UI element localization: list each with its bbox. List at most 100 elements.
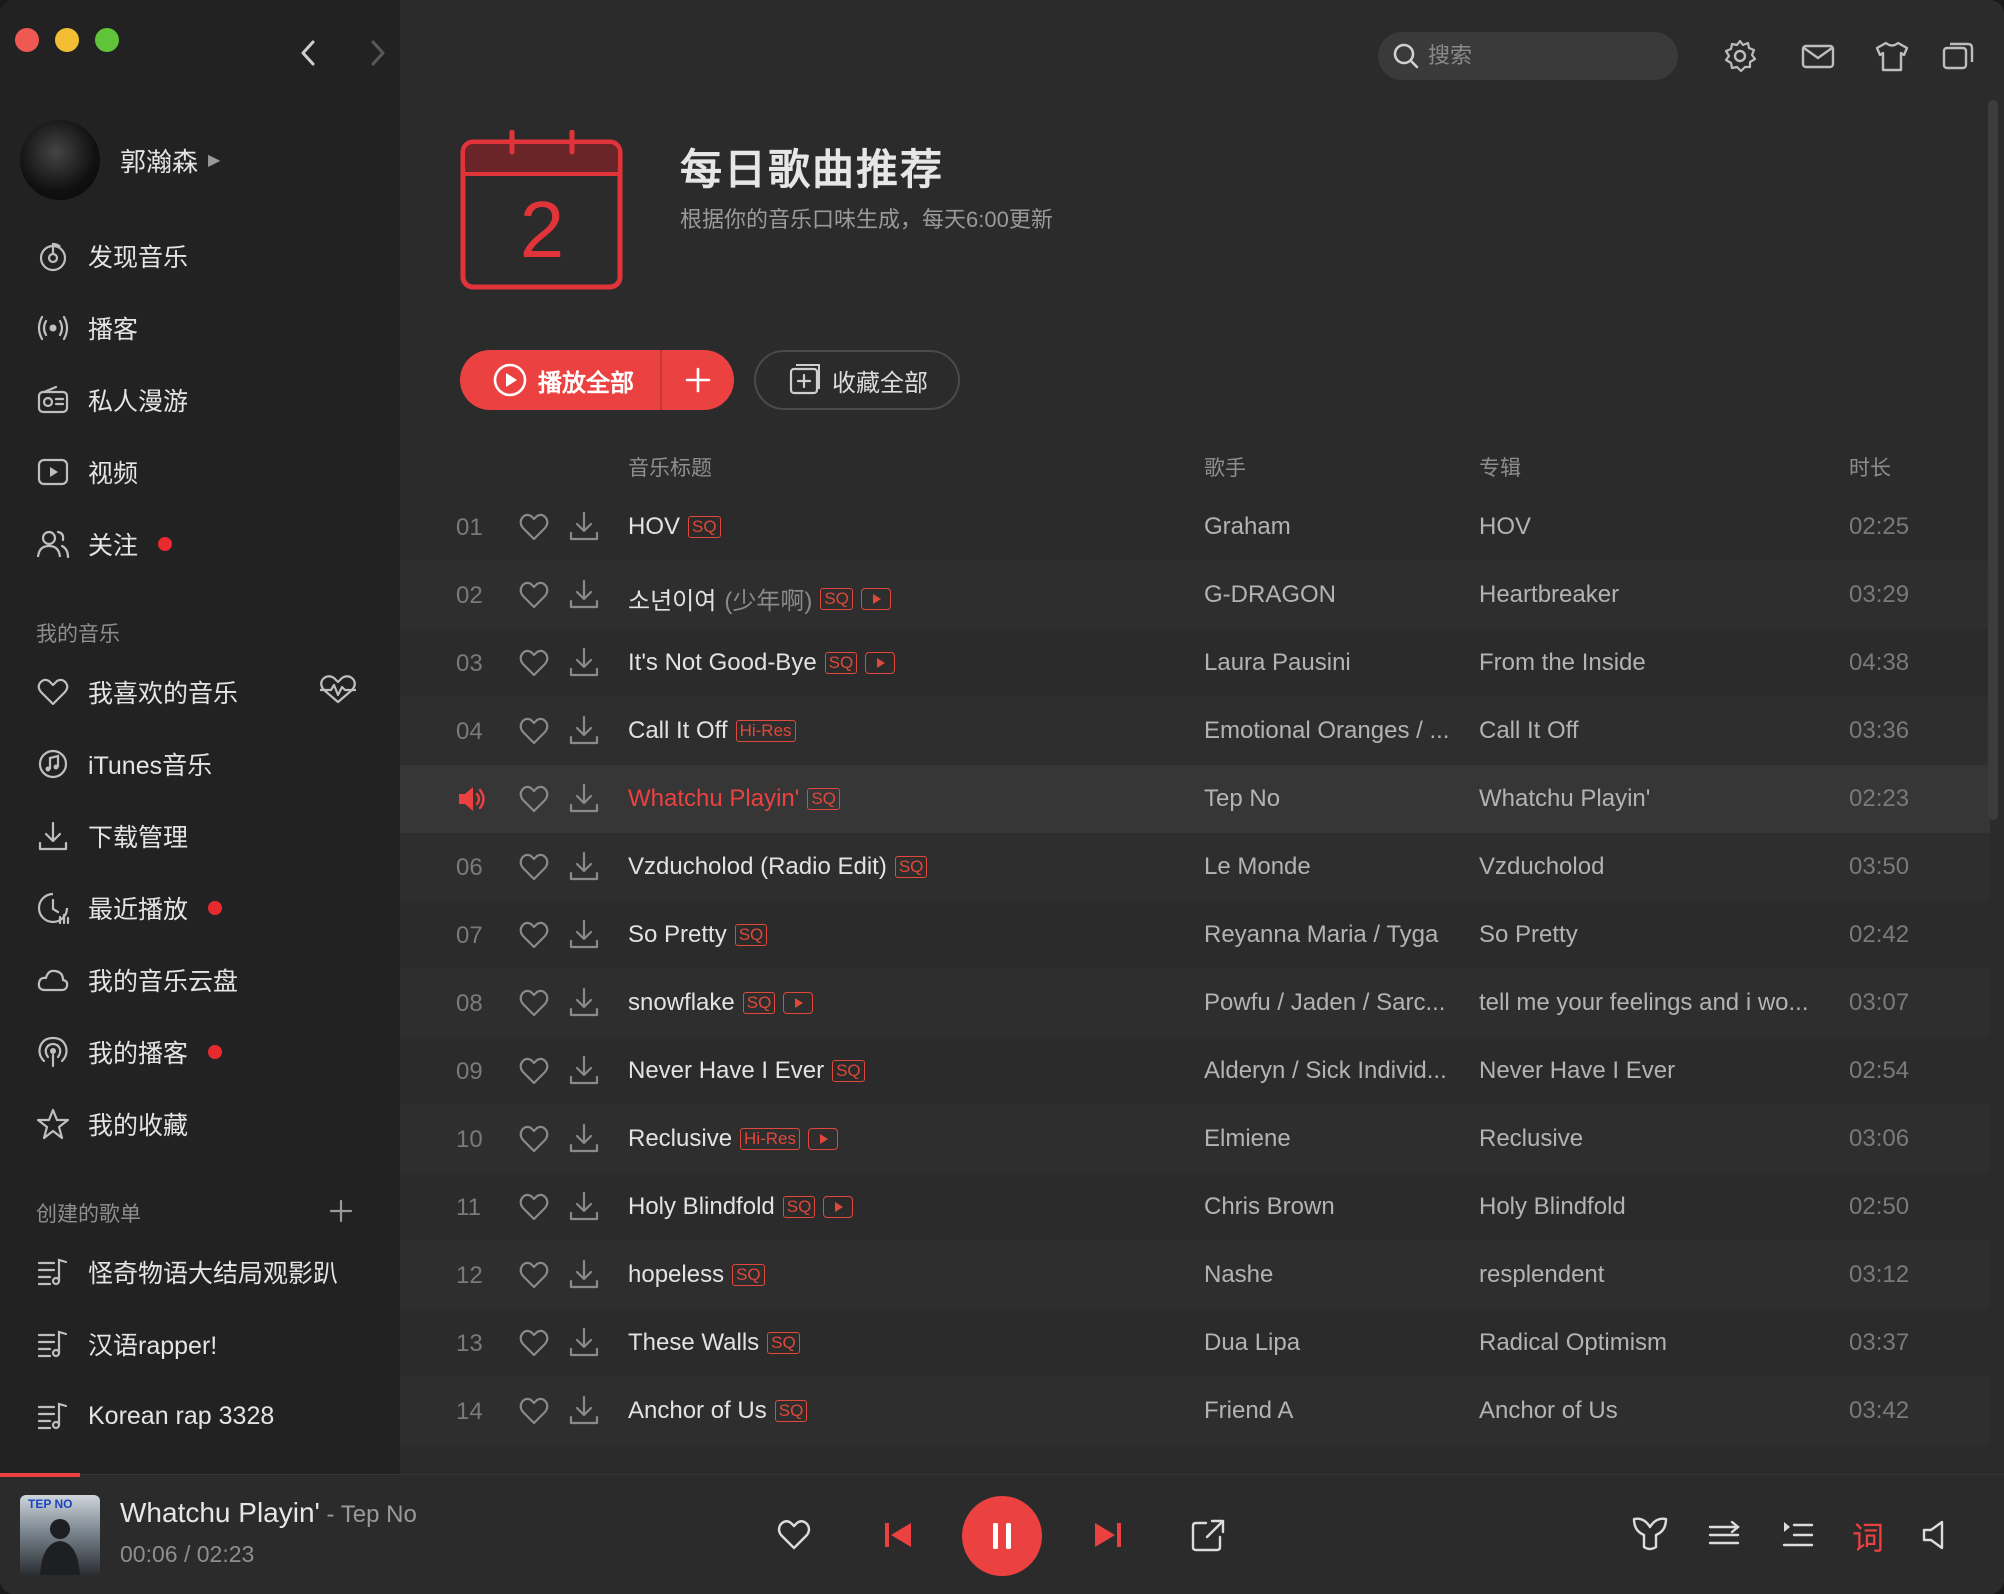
sidebar-item-collection[interactable]: 我的收藏	[36, 1102, 188, 1146]
song-title[interactable]: Reclusive	[628, 1125, 732, 1153]
now-playing-title[interactable]: Whatchu Playin' - Tep No	[120, 1497, 417, 1529]
like-heart-icon[interactable]	[518, 1055, 550, 1087]
song-album[interactable]: HOV	[1479, 513, 1829, 541]
table-row[interactable]: 09 Never Have I Ever SQ Alderyn / Sick Indi…	[400, 1037, 1990, 1105]
like-heart-icon[interactable]	[518, 1259, 550, 1291]
song-album[interactable]: Reclusive	[1479, 1125, 1829, 1153]
song-title-cell[interactable]: Whatchu Playin' SQ	[628, 785, 840, 813]
sidebar-item-my-podcast[interactable]: 我的播客	[36, 1030, 223, 1074]
download-icon[interactable]	[568, 577, 600, 611]
song-album[interactable]: Radical Optimism	[1479, 1329, 1829, 1357]
download-icon[interactable]	[568, 645, 600, 679]
now-playing-song[interactable]: Whatchu Playin'	[120, 1497, 320, 1528]
heartbeat-mode-icon[interactable]	[316, 672, 360, 708]
playlist-item[interactable]: 怪奇物语大结局观影趴	[36, 1250, 338, 1294]
song-title-cell[interactable]: hopeless SQ	[628, 1261, 765, 1289]
mv-icon[interactable]	[823, 1196, 854, 1218]
mv-icon[interactable]	[808, 1128, 838, 1150]
song-album[interactable]: tell me your feelings and i wo...	[1479, 989, 1829, 1017]
song-artist[interactable]: Dua Lipa	[1204, 1329, 1466, 1357]
like-heart-icon[interactable]	[518, 783, 550, 815]
song-artist[interactable]: G-DRAGON	[1204, 581, 1466, 609]
table-row[interactable]: 08 snowflake SQ Powfu / Jaden / Sarc... tell…	[400, 969, 1990, 1037]
sidebar-item-podcast[interactable]: 播客	[36, 306, 138, 350]
search-box[interactable]	[1378, 32, 1678, 80]
add-all-to-queue-button[interactable]	[662, 350, 734, 410]
sidebar-item-discover[interactable]: 发现音乐	[36, 234, 188, 278]
song-title[interactable]: HOV	[628, 513, 680, 541]
song-artist[interactable]: Chris Brown	[1204, 1193, 1466, 1221]
song-album[interactable]: Call It Off	[1479, 717, 1829, 745]
column-header-album[interactable]: 专辑	[1479, 452, 1521, 482]
sound-effect-icon[interactable]	[1630, 1513, 1670, 1553]
song-artist[interactable]: Alderyn / Sick Individ...	[1204, 1057, 1466, 1085]
mv-icon[interactable]	[860, 587, 891, 610]
table-row[interactable]: 01 HOV SQ Graham HOV 02:25	[400, 493, 1990, 561]
like-heart-icon[interactable]	[518, 1191, 550, 1223]
mail-icon[interactable]	[1800, 38, 1836, 74]
song-artist[interactable]: Laura Pausini	[1204, 649, 1466, 677]
song-title[interactable]: These Walls	[628, 1329, 759, 1357]
now-playing-artist[interactable]: Tep No	[341, 1501, 417, 1528]
like-heart-icon[interactable]	[518, 919, 550, 951]
song-artist[interactable]: Le Monde	[1204, 853, 1466, 881]
song-artist[interactable]: Emotional Oranges / ...	[1204, 717, 1466, 745]
song-title[interactable]: Vzducholod (Radio Edit)	[628, 853, 887, 881]
like-heart-icon[interactable]	[518, 579, 550, 611]
song-title-cell[interactable]: Anchor of Us SQ	[628, 1397, 808, 1425]
song-title[interactable]: hopeless	[628, 1261, 724, 1289]
table-row[interactable]: 07 So Pretty SQ Reyanna Maria / Tyga So Pret…	[400, 901, 1990, 969]
like-heart-icon[interactable]	[518, 1123, 550, 1155]
table-row[interactable]: 02 소년이여 (少年啊) SQ G-DRAGON Heartbreaker 03:29	[400, 561, 1990, 629]
download-icon[interactable]	[568, 917, 600, 951]
download-icon[interactable]	[568, 1325, 600, 1359]
song-album[interactable]: Vzducholod	[1479, 853, 1829, 881]
song-title-cell[interactable]: 소년이여 (少年啊) SQ	[628, 581, 891, 616]
close-window-button[interactable]	[15, 28, 39, 52]
table-row[interactable]: 12 hopeless SQ Nashe resplendent 03:12	[400, 1241, 1990, 1309]
playback-progress[interactable]	[0, 1473, 81, 1477]
minimize-window-button[interactable]	[55, 28, 79, 52]
song-title-cell[interactable]: HOV SQ	[628, 513, 721, 541]
like-heart-icon[interactable]	[518, 647, 550, 679]
song-artist[interactable]: Reyanna Maria / Tyga	[1204, 921, 1466, 949]
table-row[interactable]: 11 Holy Blindfold SQ Chris Brown Holy Blindf…	[400, 1173, 1990, 1241]
like-heart-icon[interactable]	[518, 715, 550, 747]
song-title[interactable]: Whatchu Playin'	[628, 785, 799, 813]
song-title[interactable]: 소년이여	[628, 581, 716, 616]
song-title[interactable]: Holy Blindfold	[628, 1193, 775, 1221]
sidebar-item-private-fm[interactable]: 私人漫游	[36, 378, 188, 422]
song-title-cell[interactable]: Holy Blindfold SQ	[628, 1193, 854, 1221]
table-row[interactable]: Whatchu Playin' SQ Tep No Whatchu Playin' 02…	[400, 765, 1990, 833]
play-mode-icon[interactable]	[1706, 1517, 1742, 1553]
mv-icon[interactable]	[865, 652, 896, 674]
table-row[interactable]: 03 It's Not Good-Bye SQ Laura Pausini From t…	[400, 629, 1990, 697]
song-artist[interactable]: Elmiene	[1204, 1125, 1466, 1153]
song-title-cell[interactable]: snowflake SQ	[628, 989, 814, 1017]
song-title-cell[interactable]: Vzducholod (Radio Edit) SQ	[628, 853, 928, 881]
pause-button[interactable]	[962, 1496, 1042, 1576]
song-album[interactable]: Never Have I Ever	[1479, 1057, 1829, 1085]
collect-all-button[interactable]: 收藏全部	[754, 350, 960, 410]
download-icon[interactable]	[568, 1189, 600, 1223]
like-heart-icon[interactable]	[518, 511, 550, 543]
sidebar-item-recent[interactable]: 最近播放	[36, 886, 223, 930]
like-heart-icon[interactable]	[518, 851, 550, 883]
sidebar-item-liked-music[interactable]: 我喜欢的音乐	[36, 670, 238, 714]
mini-mode-icon[interactable]	[1940, 38, 1976, 74]
next-track-icon[interactable]	[1090, 1517, 1126, 1553]
album-cover[interactable]: TEP NO	[20, 1495, 100, 1575]
song-artist[interactable]: Powfu / Jaden / Sarc...	[1204, 989, 1466, 1017]
download-icon[interactable]	[568, 985, 600, 1019]
play-all-button[interactable]: 播放全部	[460, 350, 660, 410]
like-heart-icon[interactable]	[518, 1395, 550, 1427]
song-title-cell[interactable]: So Pretty SQ	[628, 921, 768, 949]
like-heart-icon[interactable]	[518, 987, 550, 1019]
song-title-cell[interactable]: Reclusive Hi-Res	[628, 1125, 838, 1153]
sidebar-item-cloud[interactable]: 我的音乐云盘	[36, 958, 238, 1002]
song-album[interactable]: resplendent	[1479, 1261, 1829, 1289]
song-title-cell[interactable]: These Walls SQ	[628, 1329, 800, 1357]
song-title[interactable]: Anchor of Us	[628, 1397, 767, 1425]
song-title[interactable]: Call It Off	[628, 717, 728, 745]
skin-icon[interactable]	[1874, 38, 1910, 74]
